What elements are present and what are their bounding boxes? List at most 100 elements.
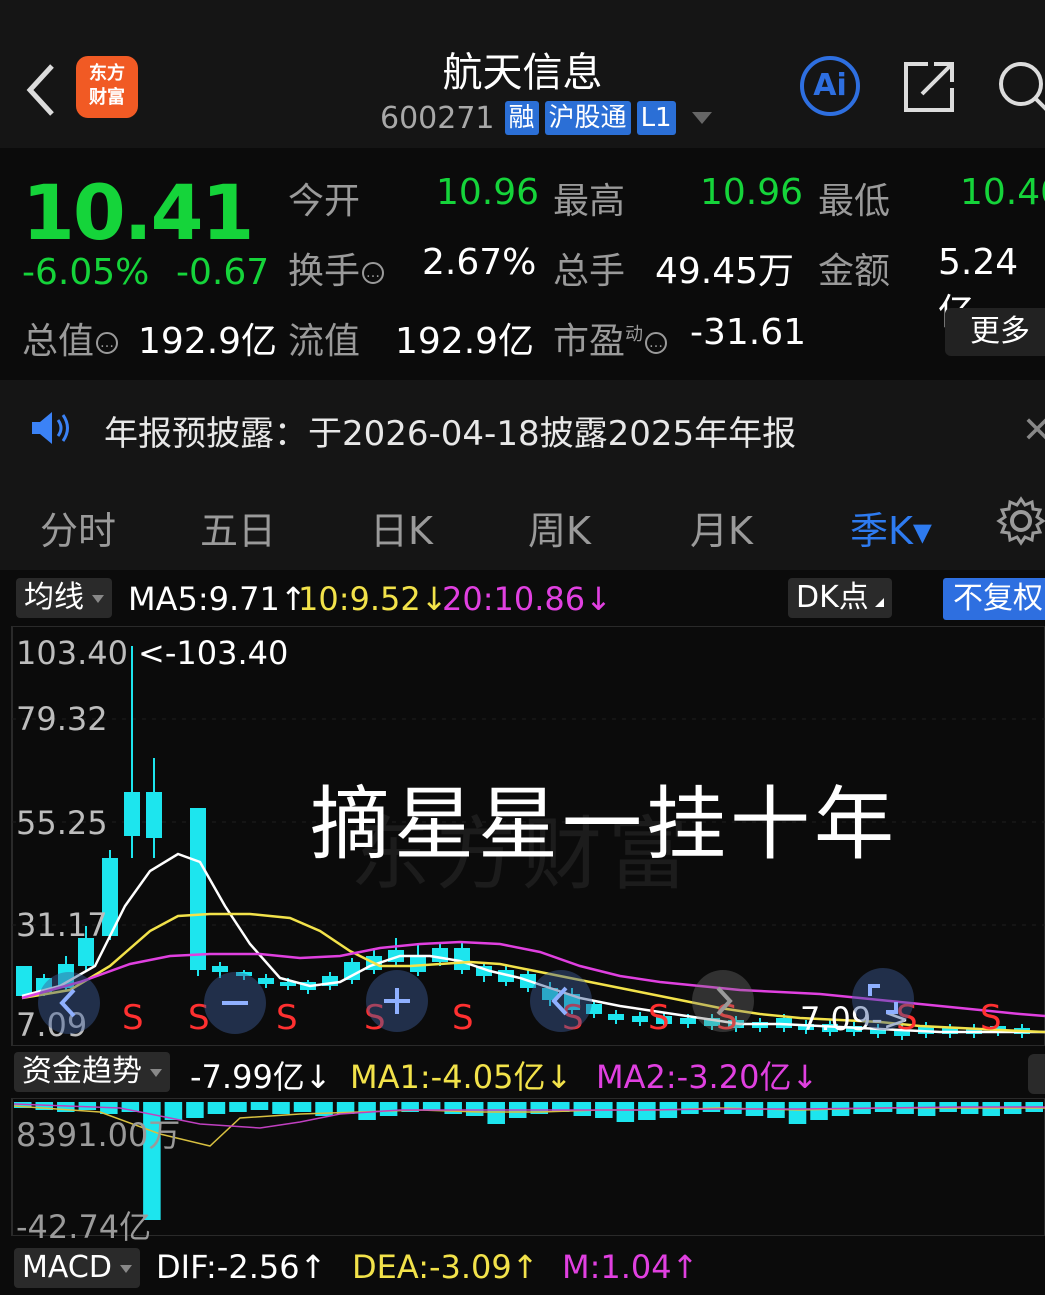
- stock-code-row[interactable]: 600271 融 沪股通 L1: [380, 100, 712, 136]
- sell-signal-marker: S: [276, 998, 298, 1038]
- zoom-out-icon[interactable]: [202, 970, 268, 1036]
- period-tabs: 分时 五日 日K 周K 月K 季K▾: [0, 474, 1045, 570]
- fund-y-top: 8391.00万: [16, 1116, 181, 1154]
- fund-bar: [465, 1102, 484, 1116]
- fund-bar: [229, 1102, 247, 1112]
- ai-assistant-button[interactable]: Ai: [800, 56, 860, 116]
- fund-bar: [186, 1102, 204, 1118]
- tab-intraday[interactable]: 分时: [40, 500, 116, 555]
- change-amount: -0.67: [176, 252, 270, 293]
- tab-daily-k[interactable]: 日K: [370, 500, 433, 555]
- gear-icon[interactable]: [996, 496, 1045, 546]
- tab-quarterly-k[interactable]: 季K▾: [850, 500, 932, 555]
- change-percent: -6.05%: [22, 252, 150, 293]
- fund-bar: [982, 1102, 1000, 1116]
- scroll-right-icon[interactable]: [690, 968, 756, 1034]
- pe-label: 市盈动…: [553, 312, 668, 364]
- info-icon[interactable]: …: [96, 332, 119, 354]
- sell-signal-marker: S: [980, 998, 1002, 1038]
- margin-tag: 融: [504, 101, 539, 135]
- tab-weekly-k[interactable]: 周K: [528, 500, 591, 555]
- low-value: 10.40: [960, 172, 1045, 213]
- sell-signal-marker: S: [452, 998, 474, 1038]
- y-label-top: 103.40: [16, 634, 128, 672]
- fund-bar: [272, 1102, 290, 1114]
- open-value: 10.96: [436, 172, 540, 213]
- candle-body: [146, 792, 162, 838]
- sell-signal-marker: S: [648, 998, 670, 1038]
- top-bar: 东方 财富 航天信息 600271 融 沪股通 L1 Ai: [0, 0, 1045, 148]
- side-panel-handle[interactable]: [1028, 1054, 1045, 1094]
- info-icon[interactable]: …: [362, 262, 385, 284]
- fund-bar: [638, 1102, 656, 1120]
- candle-body: [608, 1014, 624, 1020]
- fund-bar: [681, 1102, 699, 1114]
- macd-dea: DEA:-3.09↑: [352, 1248, 539, 1286]
- scroll-back-icon[interactable]: [528, 968, 594, 1034]
- turnover-value: 2.67%: [422, 242, 537, 283]
- tab-five-day[interactable]: 五日: [200, 500, 276, 555]
- ma-selector[interactable]: 均线: [16, 578, 112, 618]
- scroll-left-icon[interactable]: [36, 970, 102, 1036]
- info-icon[interactable]: …: [645, 332, 668, 354]
- stock-code: 600271: [380, 100, 495, 136]
- ma5-value: MA5:9.71↑: [128, 580, 307, 618]
- open-label: 今开: [288, 181, 361, 222]
- tab-monthly-k[interactable]: 月K: [690, 500, 753, 555]
- chevron-down-icon: [119, 1264, 132, 1273]
- high-label: 最高: [553, 181, 626, 222]
- chevron-down-icon: [150, 1068, 162, 1077]
- fund-bar: [874, 1102, 893, 1112]
- fund-bar: [917, 1102, 936, 1116]
- more-button[interactable]: 更多: [945, 308, 1045, 356]
- fund-bar: [379, 1102, 398, 1116]
- fund-bar: [788, 1102, 807, 1124]
- macd-selector[interactable]: MACD: [14, 1248, 140, 1288]
- stock-name: 航天信息: [442, 50, 603, 96]
- fund-value: -7.99亿↓: [190, 1058, 332, 1096]
- candle-body: [190, 808, 206, 970]
- zoom-in-icon[interactable]: [364, 968, 430, 1034]
- fund-bar: [444, 1102, 462, 1114]
- fund-selector[interactable]: 资金趋势: [14, 1052, 170, 1092]
- fullscreen-icon[interactable]: [850, 966, 916, 1032]
- mktcap-label: 总值…: [22, 312, 119, 364]
- high-annotation: <-103.40: [138, 634, 289, 672]
- pe-value: -31.61: [690, 312, 807, 353]
- fund-bar: [573, 1102, 592, 1116]
- candle-body: [16, 966, 32, 996]
- fund-bar: [702, 1102, 721, 1112]
- adjust-button[interactable]: 不复权: [943, 578, 1045, 620]
- overlay-caption: 摘星星一挂十年: [310, 778, 898, 871]
- announcement-bar[interactable]: 年报预披露：于2026-04-18披露2025年年报 ✕: [0, 380, 1045, 474]
- close-icon[interactable]: ✕: [1022, 410, 1045, 451]
- fund-bar: [616, 1102, 635, 1122]
- level-tag: L1: [636, 101, 676, 135]
- fund-ma2: MA2:-3.20亿↓: [596, 1058, 819, 1096]
- fund-bar: [250, 1102, 269, 1110]
- announcement-text: 年报预披露：于2026-04-18披露2025年年报: [104, 414, 797, 454]
- volume-value: 49.45万: [655, 251, 795, 292]
- chevron-down-icon[interactable]: [691, 112, 712, 124]
- candle-body: [432, 948, 448, 962]
- fund-y-bottom: -42.74亿: [16, 1208, 152, 1246]
- quote-panel: 10.41 -6.05% -0.67 今开 10.96 最高 10.96 最低 …: [0, 148, 1045, 380]
- fund-ma1: MA1:-4.05亿↓: [350, 1058, 573, 1096]
- volume-label: 总手: [553, 251, 626, 292]
- fund-bar: [293, 1102, 312, 1112]
- ma20-value: 20:10.86↓: [442, 580, 612, 618]
- float-value: 192.9亿: [395, 321, 535, 362]
- dk-point-button[interactable]: DK点: [788, 578, 892, 618]
- ma10-value: 10:9.52↓: [298, 580, 448, 618]
- fund-bar: [487, 1102, 505, 1124]
- mktcap-value: 192.9亿: [138, 321, 278, 362]
- fund-bar: [207, 1102, 226, 1114]
- search-icon[interactable]: [995, 58, 1045, 118]
- macd-m: M:1.04↑: [562, 1248, 699, 1286]
- sell-signal-marker: S: [122, 998, 144, 1038]
- last-price: 10.41: [22, 168, 254, 257]
- share-icon[interactable]: [900, 56, 960, 116]
- macd-dif: DIF:-2.56↑: [156, 1248, 327, 1286]
- amount-label: 金额: [818, 251, 891, 292]
- connect-tag: 沪股通: [544, 101, 631, 135]
